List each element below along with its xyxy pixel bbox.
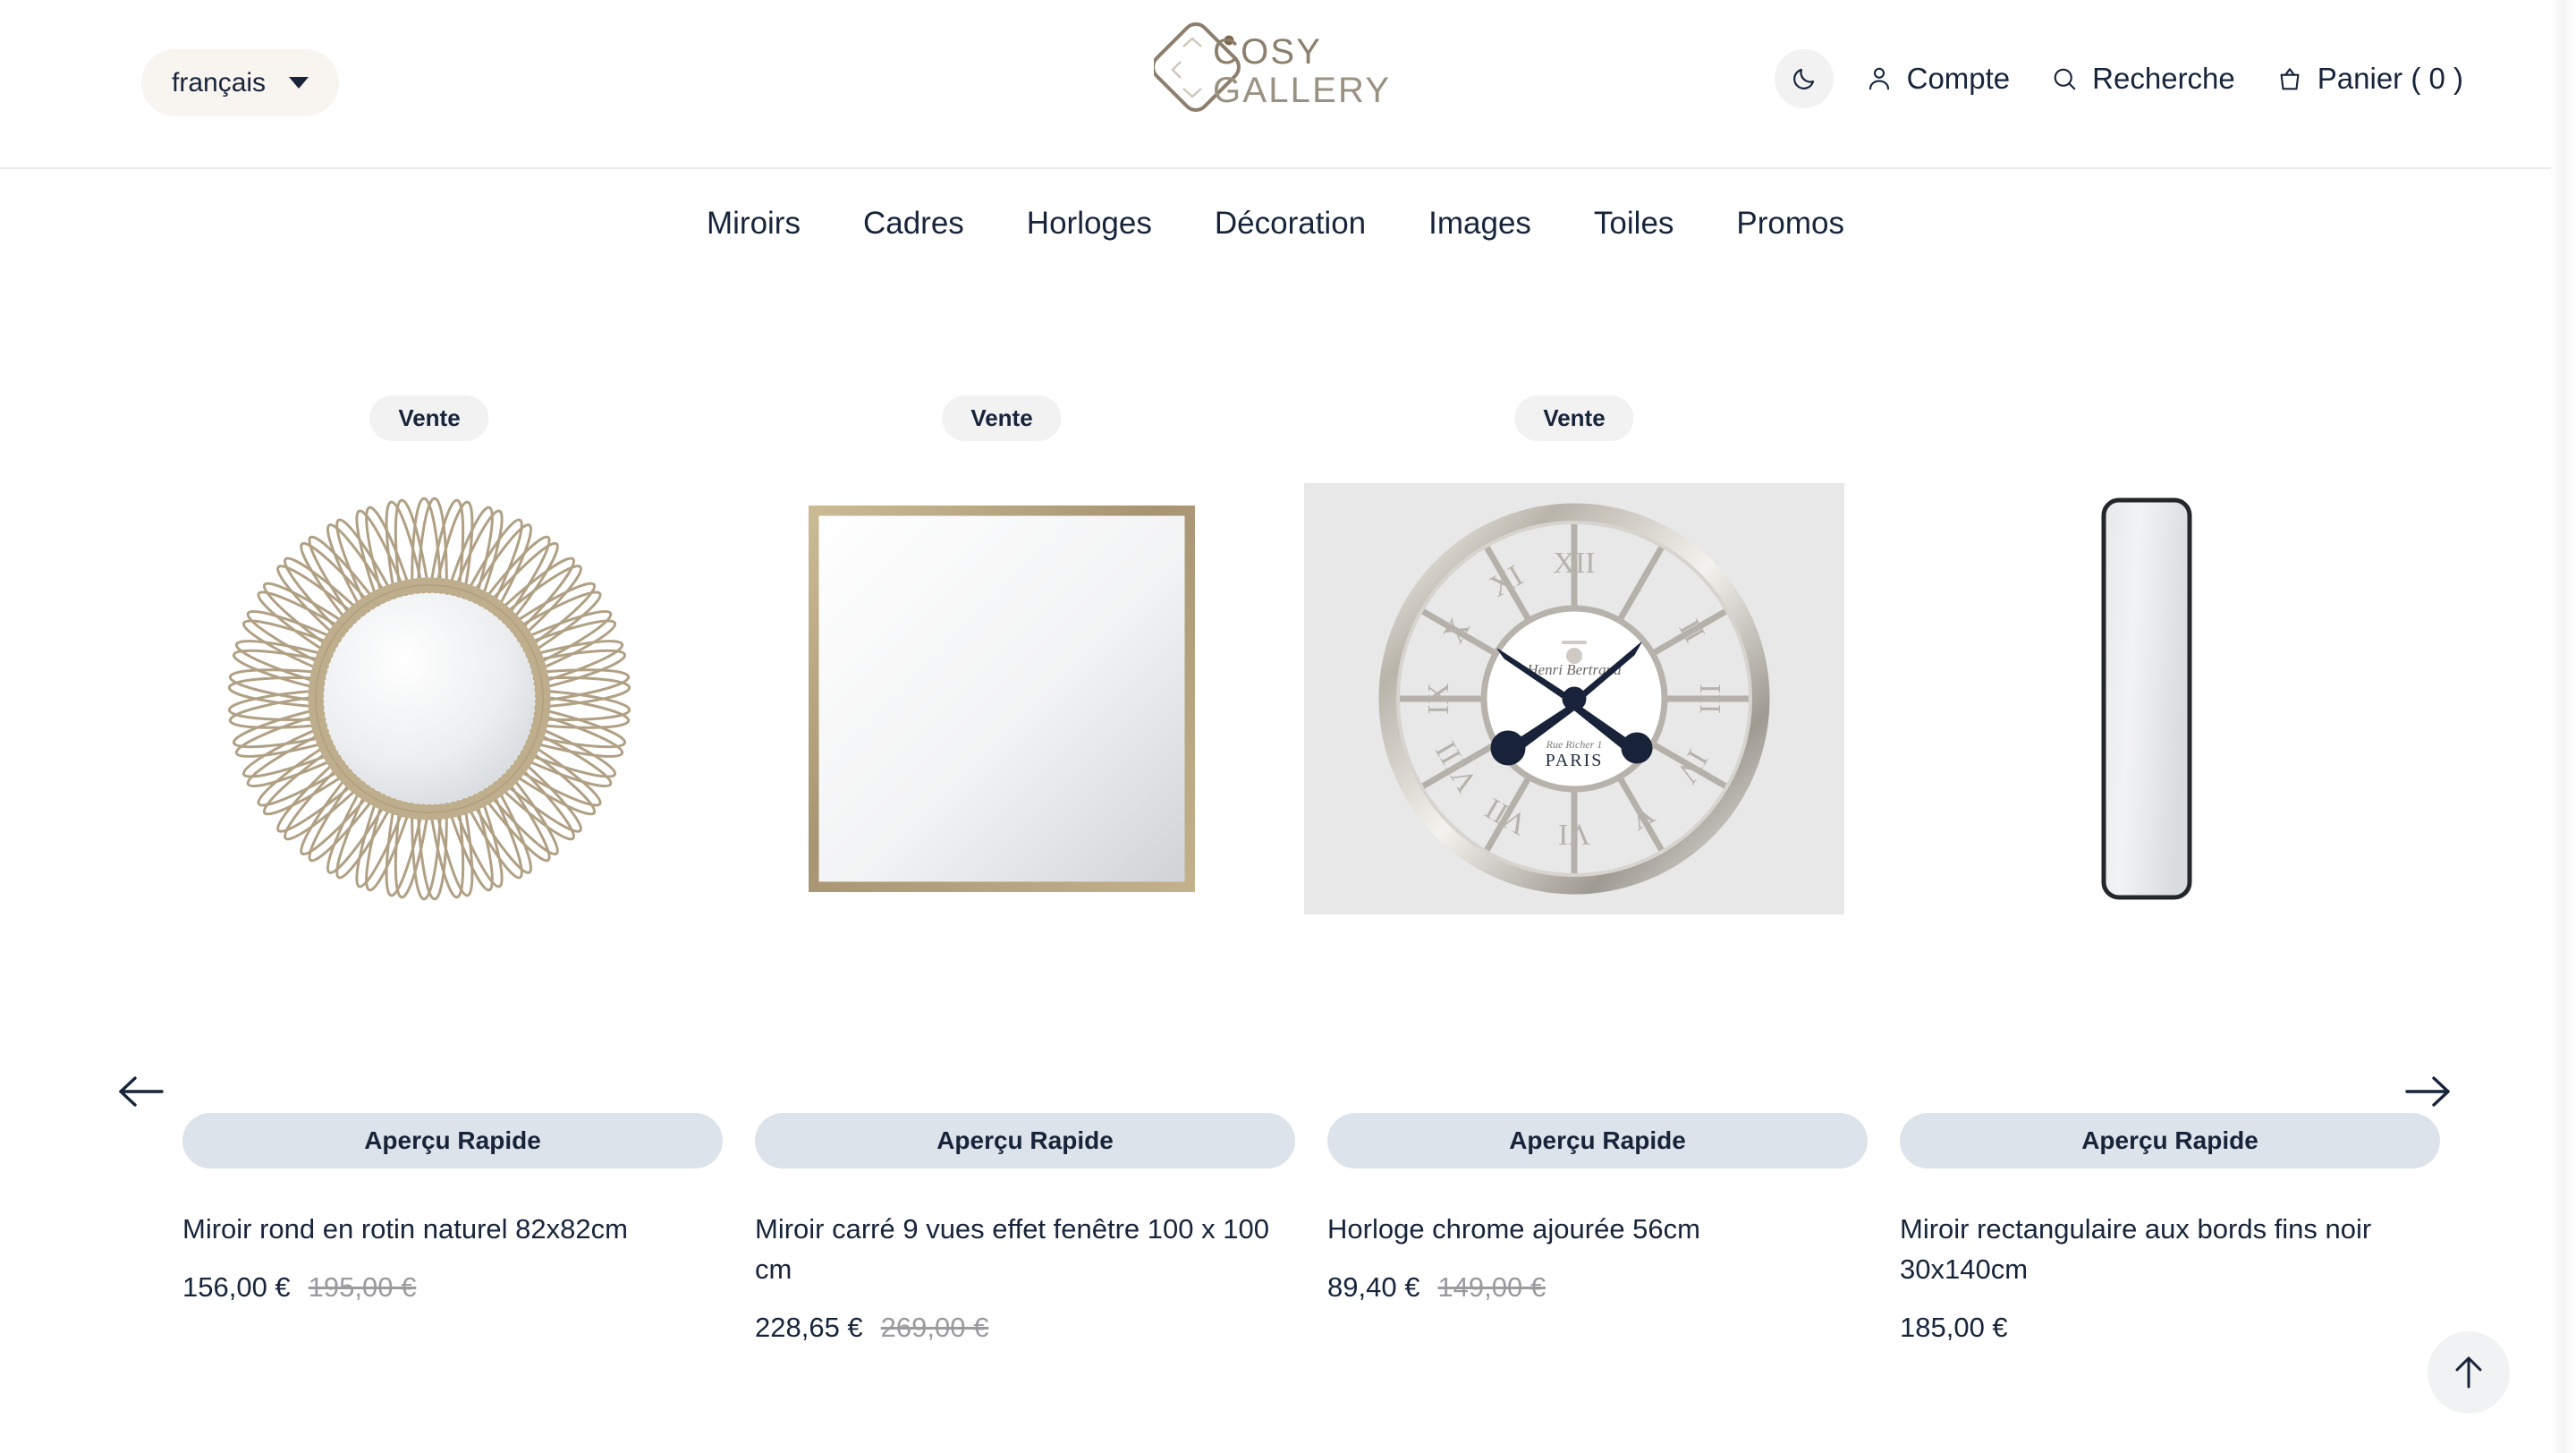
- account-label: Compte: [1906, 62, 2011, 95]
- carousel-track: Vente Aperçu Rapide Miroir rond en rotin…: [143, 376, 2440, 1344]
- product-title[interactable]: Horloge chrome ajourée 56cm: [1327, 1210, 1846, 1250]
- account-link[interactable]: Compte: [1866, 62, 2011, 96]
- product-image-chrome-skeleton-clock[interactable]: XII I II III IV V VI VII VIII IX X XI Henri Bertran…: [1288, 471, 1860, 927]
- arrow-up-icon: [2455, 1356, 2482, 1389]
- dark-mode-toggle[interactable]: [1774, 49, 1834, 108]
- quick-view-button[interactable]: Aperçu Rapide: [755, 1113, 1295, 1168]
- product-info: Horloge chrome ajourée 56cm 89,40 € 149,…: [1327, 1210, 1846, 1304]
- nav-item-promos[interactable]: Promos: [1705, 206, 1876, 242]
- cart-link[interactable]: Panier ( 0 ): [2276, 62, 2463, 96]
- product-info: Miroir rectangulaire aux bords fins noir…: [1900, 1210, 2419, 1344]
- nav-item-decoration[interactable]: Décoration: [1183, 206, 1397, 242]
- product-title[interactable]: Miroir rectangulaire aux bords fins noir…: [1900, 1210, 2419, 1290]
- language-selector-label: français: [172, 67, 267, 98]
- shopping-bag-icon: [2280, 68, 2300, 90]
- product-info: Miroir rond en rotin naturel 82x82cm 156…: [182, 1210, 701, 1304]
- product-title[interactable]: Miroir rond en rotin naturel 82x82cm: [182, 1210, 701, 1250]
- quick-view-button[interactable]: Aperçu Rapide: [1900, 1113, 2440, 1168]
- product-carousel: Vente Aperçu Rapide Miroir rond en rotin…: [0, 376, 2551, 1344]
- product-price-row: 156,00 € 195,00 €: [182, 1271, 701, 1304]
- tall-black-rectangular-mirror-illustration: [2101, 497, 2192, 900]
- product-card[interactable]: Aperçu Rapide Miroir rectangulaire aux b…: [1860, 376, 2440, 1344]
- clock-dial-text: PARIS: [1546, 751, 1604, 770]
- page-root: français COSY GALLERY Compte Recherche P…: [0, 0, 2576, 1453]
- chrome-skeleton-clock-illustration: XIIIIIIIIIVVVIVIIVIIIIXXXI Henri Bertran…: [1304, 483, 1844, 914]
- svg-text:XII: XII: [1553, 547, 1595, 580]
- product-image-square-window-mirror[interactable]: [716, 471, 1288, 927]
- product-price: 185,00 €: [1900, 1311, 2008, 1343]
- square-window-mirror-illustration: [809, 506, 1195, 892]
- user-icon: [1868, 67, 1889, 90]
- nav-item-toiles[interactable]: Toiles: [1563, 206, 1705, 242]
- quick-view-button[interactable]: Aperçu Rapide: [182, 1113, 723, 1168]
- status-badge: Vente: [369, 395, 489, 441]
- nav-item-miroirs[interactable]: Miroirs: [675, 206, 832, 242]
- product-image-round-rattan-mirror[interactable]: [143, 471, 716, 927]
- product-image-tall-black-rectangular-mirror[interactable]: [1860, 471, 2433, 927]
- svg-text:VI: VI: [1558, 818, 1590, 851]
- product-card[interactable]: Vente: [716, 376, 1295, 1344]
- product-price-row: 89,40 € 149,00 €: [1327, 1271, 1846, 1304]
- site-header: français COSY GALLERY Compte Recherche P…: [0, 0, 2551, 169]
- page-scrollbar[interactable]: [2551, 0, 2576, 1453]
- svg-text:III: III: [1693, 684, 1726, 714]
- chevron-down-icon: [289, 77, 309, 89]
- site-logo[interactable]: COSY GALLERY: [1154, 20, 1422, 115]
- scroll-to-top-button[interactable]: [2428, 1331, 2510, 1414]
- moon-icon: [1792, 68, 1814, 89]
- product-price: 89,40 €: [1327, 1270, 1420, 1303]
- product-compare-price: 149,00 €: [1437, 1270, 1546, 1303]
- search-label: Recherche: [2092, 62, 2235, 95]
- quick-view-button[interactable]: Aperçu Rapide: [1327, 1113, 1868, 1168]
- status-badge: Vente: [942, 395, 1062, 441]
- product-price-row: 228,65 € 269,00 €: [755, 1312, 1274, 1344]
- product-compare-price: 195,00 €: [308, 1270, 417, 1303]
- main-navigation: Miroirs Cadres Horloges Décoration Image…: [0, 206, 2551, 242]
- status-badge: Vente: [1514, 395, 1634, 441]
- product-card[interactable]: Vente: [143, 376, 723, 1342]
- svg-text:IX: IX: [1422, 683, 1455, 715]
- svg-text:Rue Richer 1: Rue Richer 1: [1546, 738, 1603, 751]
- product-card[interactable]: Vente XII I II III IV V VI VII VIII IX X…: [1288, 376, 1868, 1342]
- product-info: Miroir carré 9 vues effet fenêtre 100 x …: [755, 1210, 1274, 1344]
- search-link[interactable]: Recherche: [2051, 62, 2235, 96]
- nav-item-images[interactable]: Images: [1397, 206, 1563, 242]
- logo-text-gallery: GALLERY: [1213, 71, 1391, 110]
- cart-label: Panier ( 0 ): [2317, 62, 2463, 95]
- search-icon: [2054, 68, 2076, 90]
- round-rattan-mirror-illustration: [227, 497, 631, 901]
- product-title[interactable]: Miroir carré 9 vues effet fenêtre 100 x …: [755, 1210, 1274, 1290]
- language-selector[interactable]: français: [141, 49, 340, 116]
- product-compare-price: 269,00 €: [880, 1311, 989, 1343]
- product-price: 228,65 €: [755, 1311, 863, 1343]
- logo-text-cosy: COSY: [1213, 32, 1322, 72]
- header-actions: Compte Recherche Panier ( 0 ): [1774, 49, 2463, 108]
- product-price: 156,00 €: [182, 1270, 291, 1303]
- product-price-row: 185,00 €: [1900, 1312, 2419, 1344]
- nav-item-horloges[interactable]: Horloges: [996, 206, 1183, 242]
- nav-item-cadres[interactable]: Cadres: [832, 206, 996, 242]
